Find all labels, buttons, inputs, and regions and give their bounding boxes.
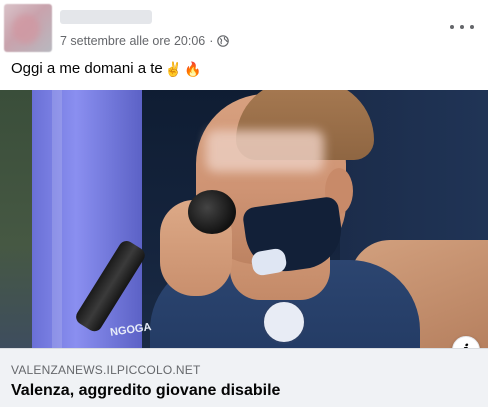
post-timestamp[interactable]: 7 settembre alle ore 20:06 [60, 34, 205, 48]
post-text-content: Oggi a me domani a te [11, 60, 163, 77]
globe-icon[interactable] [217, 35, 230, 47]
link-title: Valenza, aggredito giovane disabile [11, 382, 281, 399]
post-text: Oggi a me domani a te ✌ 🔥 [11, 60, 202, 77]
fire-emoji: 🔥 [184, 60, 202, 77]
link-preview-footer[interactable]: VALENZANEWS.ILPICCOLO.NET Valenza, aggre… [0, 348, 488, 407]
facebook-post: 7 settembre alle ore 20:06 · Oggi a me d… [0, 0, 488, 407]
microphone [188, 190, 236, 234]
link-domain: VALENZANEWS.ILPICCOLO.NET [11, 363, 201, 377]
post-meta: 7 settembre alle ore 20:06 · [60, 34, 230, 48]
link-preview-image[interactable]: NGOGA [0, 90, 488, 348]
avatar[interactable] [4, 4, 52, 52]
meta-separator: · [209, 34, 214, 48]
face-blur [206, 130, 324, 172]
author-name-redacted[interactable] [60, 10, 152, 24]
victory-hand-emoji: ✌ [164, 60, 183, 77]
more-options-icon[interactable] [450, 20, 474, 34]
